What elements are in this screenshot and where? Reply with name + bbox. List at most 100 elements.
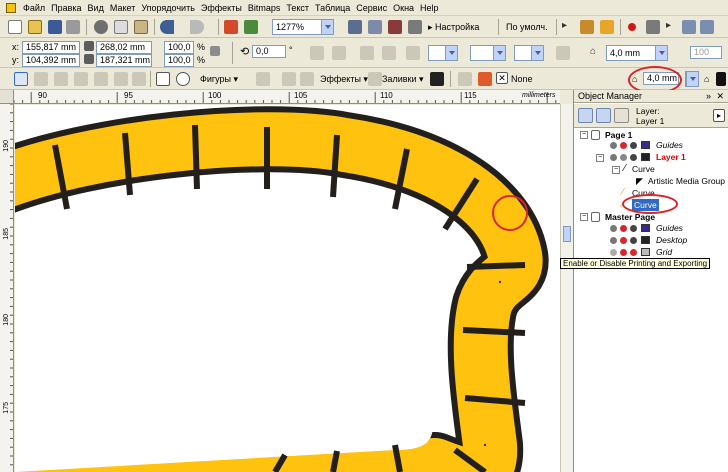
artistic-media-icon[interactable] <box>114 72 128 86</box>
tree-curve[interactable]: Curve <box>632 163 655 175</box>
line-style-combo[interactable] <box>470 45 506 61</box>
width-field[interactable]: 268,02 mm <box>96 41 152 54</box>
polyline-tool-icon[interactable] <box>74 72 88 86</box>
no-fill-icon[interactable]: ✕ <box>496 72 508 84</box>
node-tool-icon[interactable] <box>382 46 396 60</box>
scale-right-field[interactable]: 100 <box>690 46 722 59</box>
chevron-down-icon[interactable] <box>686 72 698 86</box>
vertical-ruler[interactable]: 190 185 180 175 <box>0 104 14 472</box>
outline-color-icon[interactable] <box>716 72 726 86</box>
application-launcher-icon[interactable] <box>408 20 422 34</box>
chevron-down-icon[interactable] <box>493 46 505 60</box>
settings-label[interactable]: ▸ Настройка <box>428 21 479 33</box>
brush-tool-icon[interactable] <box>132 72 146 86</box>
horizontal-ruler[interactable]: 90 95 100 105 110 115 millimeters <box>14 90 560 104</box>
menu-layout[interactable]: Макет <box>107 3 138 13</box>
new-document-icon[interactable] <box>8 20 22 34</box>
scale-x-field[interactable]: 100,0 <box>164 41 194 54</box>
expander-master[interactable]: − <box>580 213 588 221</box>
end-arrow-combo[interactable] <box>514 45 544 61</box>
tree-guides[interactable]: Guides <box>656 139 683 151</box>
tree-artistic-media-group[interactable]: Artistic Media Group <box>648 175 725 187</box>
record-icon[interactable] <box>628 23 636 31</box>
chevron-down-icon[interactable] <box>655 46 667 60</box>
node-marker[interactable] <box>498 280 502 284</box>
play-icon[interactable]: ▸ <box>666 20 680 34</box>
menu-help[interactable]: Help <box>417 3 442 13</box>
expander-page1[interactable]: − <box>580 131 588 139</box>
vertical-scrollbar[interactable] <box>560 104 573 472</box>
mirror-vertical-icon[interactable] <box>332 46 346 60</box>
drawing-canvas[interactable] <box>15 105 560 472</box>
warning-icon[interactable] <box>94 72 108 86</box>
ellipse-tool-icon[interactable] <box>176 72 190 86</box>
close-curve-icon[interactable] <box>406 46 420 60</box>
layer-color-swatch[interactable] <box>641 153 650 161</box>
macro-icon[interactable] <box>682 20 696 34</box>
menu-table[interactable]: Таблица <box>312 3 353 13</box>
chevron-down-icon[interactable] <box>531 46 543 60</box>
chevron-down-icon[interactable] <box>321 20 333 34</box>
outline-width-combo[interactable]: 4,0 mm <box>606 45 668 61</box>
rectangle-tool-icon[interactable] <box>156 72 170 86</box>
ruler-corner[interactable] <box>0 90 14 104</box>
close-icon[interactable]: ✕ <box>716 90 724 103</box>
import-icon[interactable] <box>224 20 238 34</box>
tree-master-page[interactable]: Master Page <box>605 211 655 223</box>
tree-desktop[interactable]: Desktop <box>656 234 687 246</box>
arrow-right-icon[interactable]: ▸ <box>562 20 576 34</box>
snap-icon[interactable] <box>388 20 402 34</box>
pencil-icon[interactable] <box>630 154 637 161</box>
open-folder-icon[interactable] <box>28 20 42 34</box>
menu-file[interactable]: Файл <box>20 3 48 13</box>
grid-snap-icon[interactable] <box>368 20 382 34</box>
x-position-field[interactable]: 155,817 mm <box>22 41 80 54</box>
shape-tool-icon[interactable] <box>34 72 48 86</box>
freehand-tool-icon[interactable] <box>54 72 68 86</box>
eye-icon[interactable] <box>610 249 617 256</box>
print-toggle-icon[interactable] <box>620 249 627 256</box>
height-field[interactable]: 187,321 mm <box>96 54 152 67</box>
dimension-tool-icon[interactable] <box>282 72 296 86</box>
node-marker[interactable] <box>483 443 487 447</box>
expander-curve[interactable]: − <box>612 166 620 174</box>
layer-color-swatch[interactable] <box>641 224 650 232</box>
macro-editor-icon[interactable] <box>700 20 714 34</box>
menu-effects[interactable]: Эффекты <box>198 3 245 13</box>
outline-width-dropdown[interactable] <box>685 71 699 87</box>
layer-color-swatch[interactable] <box>641 236 650 244</box>
connector-tool-icon[interactable] <box>300 72 314 86</box>
print-toggle-icon[interactable] <box>620 142 627 149</box>
pick-tool-icon[interactable] <box>14 72 28 86</box>
flyout-arrow-icon[interactable]: ▸ <box>713 109 725 122</box>
pencil-icon[interactable] <box>630 142 637 149</box>
tree-grid[interactable]: Grid <box>656 246 672 258</box>
cut-icon[interactable] <box>94 20 108 34</box>
undo-icon[interactable] <box>160 20 174 34</box>
stop-icon[interactable] <box>646 20 660 34</box>
start-arrow-combo[interactable] <box>428 45 458 61</box>
menu-view[interactable]: Вид <box>85 3 107 13</box>
zoom-combo[interactable]: 1277% <box>272 19 334 35</box>
menu-text[interactable]: Текст <box>283 3 312 13</box>
layer-color-swatch[interactable] <box>641 141 650 149</box>
tree-page1[interactable]: Page 1 <box>605 129 632 141</box>
y-position-field[interactable]: 104,392 mm <box>22 54 80 67</box>
eye-icon[interactable] <box>610 225 617 232</box>
export-icon[interactable] <box>244 20 258 34</box>
menu-edit[interactable]: Правка <box>48 3 84 13</box>
scroll-thumb[interactable] <box>563 226 571 242</box>
interactive-effect-icon[interactable] <box>368 72 382 86</box>
print-icon[interactable] <box>66 20 80 34</box>
menu-tools[interactable]: Сервис <box>353 3 390 13</box>
redo-icon[interactable] <box>190 20 204 34</box>
menu-window[interactable]: Окна <box>390 3 417 13</box>
show-properties-icon[interactable] <box>578 108 593 123</box>
paint-bucket-icon[interactable] <box>478 72 492 86</box>
effects-flyout[interactable]: Эффекты ▾ <box>320 73 368 85</box>
outline-pen-icon[interactable]: ⌂ <box>590 46 604 60</box>
lock-ratio-icon[interactable] <box>210 46 220 56</box>
edit-across-layers-icon[interactable] <box>596 108 611 123</box>
scale-y-field[interactable]: 100,0 <box>164 54 194 67</box>
collapse-icon[interactable]: » <box>706 90 711 103</box>
